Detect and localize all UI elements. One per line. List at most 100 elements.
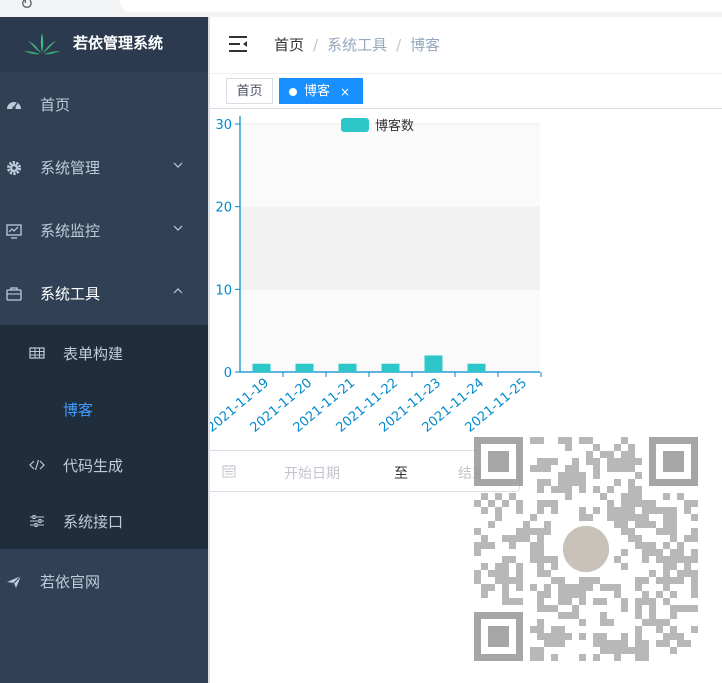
qr-module bbox=[537, 591, 544, 598]
monitor-icon bbox=[6, 224, 22, 239]
qr-module bbox=[663, 493, 670, 500]
qr-module bbox=[586, 458, 593, 465]
qr-module bbox=[488, 500, 495, 507]
qr-module bbox=[614, 591, 621, 598]
qr-module bbox=[656, 626, 663, 633]
qr-module bbox=[572, 479, 579, 486]
qr-module bbox=[635, 654, 642, 661]
qr-module bbox=[628, 458, 635, 465]
sidebar-item-blog[interactable]: 博客 bbox=[0, 381, 208, 437]
qr-module bbox=[593, 486, 600, 493]
sidebar-item-system-tools[interactable]: 系统工具 bbox=[0, 264, 208, 324]
qr-module bbox=[516, 570, 523, 577]
qr-module bbox=[663, 577, 670, 584]
qr-module bbox=[537, 633, 544, 640]
qr-module bbox=[537, 528, 544, 535]
qr-module bbox=[488, 521, 495, 528]
sidebar-item-label: 系统监控 bbox=[40, 222, 101, 240]
sidebar-item-home[interactable]: 首页 bbox=[0, 75, 208, 135]
breadcrumb-home[interactable]: 首页 bbox=[274, 36, 304, 54]
qr-module bbox=[635, 605, 642, 612]
start-date-input[interactable]: 开始日期 bbox=[284, 463, 340, 483]
qr-module bbox=[649, 570, 656, 577]
qr-module bbox=[649, 507, 656, 514]
hamburger-toggle-icon[interactable] bbox=[228, 35, 248, 53]
tag-blog[interactable]: 博客 × bbox=[279, 78, 363, 104]
qr-module bbox=[670, 528, 677, 535]
qr-module bbox=[537, 626, 544, 633]
reload-icon[interactable]: ↻ bbox=[20, 0, 33, 13]
qr-module bbox=[607, 647, 614, 654]
qr-module bbox=[684, 500, 691, 507]
qr-module bbox=[663, 598, 670, 605]
qr-module bbox=[530, 549, 537, 556]
qr-module bbox=[600, 647, 607, 654]
qr-module bbox=[635, 542, 642, 549]
address-bar[interactable] bbox=[120, 0, 722, 12]
dashboard-icon bbox=[7, 102, 21, 110]
sidebar-item-system-monitor[interactable]: 系统监控 bbox=[0, 201, 208, 261]
sidebar-logo[interactable]: 若依管理系统 bbox=[0, 17, 208, 72]
sidebar-item-label: 系统工具 bbox=[40, 285, 101, 303]
qr-module bbox=[481, 542, 488, 549]
qr-module bbox=[614, 507, 621, 514]
qr-module bbox=[607, 465, 614, 472]
qr-module bbox=[474, 570, 481, 577]
qr-module bbox=[593, 577, 600, 584]
qr-module bbox=[677, 577, 684, 584]
qr-module bbox=[544, 521, 551, 528]
qr-module bbox=[558, 584, 565, 591]
qr-module bbox=[628, 465, 635, 472]
qr-module bbox=[572, 591, 579, 598]
qr-module bbox=[691, 570, 698, 577]
qr-module bbox=[558, 626, 565, 633]
qr-module bbox=[663, 521, 670, 528]
qr-module bbox=[537, 465, 544, 472]
qr-module bbox=[600, 633, 607, 640]
qr-module bbox=[642, 647, 649, 654]
qr-module bbox=[621, 493, 628, 500]
qr-module bbox=[649, 612, 656, 619]
qr-module bbox=[635, 535, 642, 542]
qr-module bbox=[572, 584, 579, 591]
qr-module bbox=[544, 500, 551, 507]
sidebar-item-official-site[interactable]: 若依官网 bbox=[0, 552, 208, 612]
qr-module bbox=[558, 612, 565, 619]
qr-module bbox=[551, 486, 558, 493]
qr-module bbox=[663, 640, 670, 647]
close-icon[interactable]: × bbox=[340, 79, 350, 105]
qr-module bbox=[621, 647, 628, 654]
sidebar-item-form-builder[interactable]: 表单构建 bbox=[0, 325, 208, 381]
sidebar-item-code-gen[interactable]: 代码生成 bbox=[0, 437, 208, 493]
qr-module bbox=[621, 605, 628, 612]
qr-module bbox=[516, 584, 523, 591]
qr-finder bbox=[663, 451, 684, 472]
qr-module bbox=[530, 556, 537, 563]
qr-module bbox=[635, 577, 642, 584]
qr-module bbox=[586, 584, 593, 591]
qr-module bbox=[614, 654, 621, 661]
qr-module bbox=[691, 584, 698, 591]
qr-module bbox=[684, 556, 691, 563]
sidebar-item-system-management[interactable]: 系统管理 bbox=[0, 138, 208, 198]
qr-module bbox=[593, 444, 600, 451]
qr-module bbox=[565, 591, 572, 598]
tag-home[interactable]: 首页 bbox=[226, 78, 273, 104]
sidebar-item-system-api[interactable]: 系统接口 bbox=[0, 493, 208, 549]
qr-module bbox=[642, 542, 649, 549]
qr-module bbox=[649, 521, 656, 528]
qr-module bbox=[635, 626, 642, 633]
y-tick-label: 0 bbox=[224, 366, 232, 381]
qr-module bbox=[691, 591, 698, 598]
qr-module bbox=[565, 612, 572, 619]
qr-module bbox=[579, 577, 586, 584]
qr-module bbox=[551, 500, 558, 507]
qr-module bbox=[614, 479, 621, 486]
breadcrumb: 首页 / 系统工具 / 博客 bbox=[274, 34, 440, 55]
qr-module bbox=[593, 458, 600, 465]
qr-module bbox=[551, 556, 558, 563]
qr-module bbox=[502, 563, 509, 570]
app-title: 若依管理系统 bbox=[73, 34, 164, 52]
qr-module bbox=[516, 598, 523, 605]
qr-module bbox=[516, 535, 523, 542]
